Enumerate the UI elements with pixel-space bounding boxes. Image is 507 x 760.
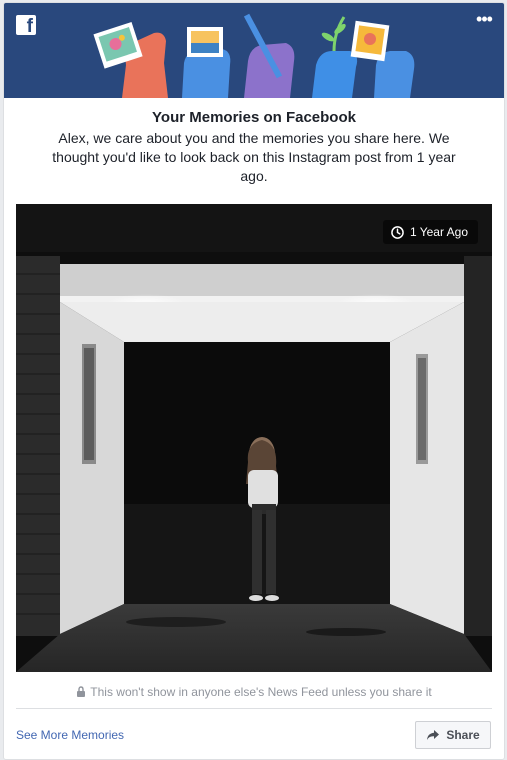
see-more-memories-link[interactable]: See More Memories: [16, 728, 124, 742]
lock-icon: [77, 686, 86, 697]
more-options-icon[interactable]: •••: [472, 10, 496, 29]
share-button-label: Share: [446, 728, 480, 742]
share-button[interactable]: Share: [415, 721, 491, 749]
garage-photo-image: [16, 204, 492, 672]
facebook-logo-icon: f: [16, 15, 36, 35]
facebook-logo-letter: f: [26, 16, 33, 35]
share-arrow-icon: [427, 730, 440, 740]
memory-photo[interactable]: 1 Year Ago: [16, 204, 492, 672]
privacy-note: This won't show in anyone else's News Fe…: [4, 685, 504, 699]
memory-age-label: 1 Year Ago: [409, 225, 468, 239]
hands-illustration: [93, 13, 415, 98]
footer-divider: [16, 708, 492, 709]
memories-card: f ••• Your Memories on Facebook Alex, we…: [3, 2, 505, 760]
memory-message: Alex, we care about you and the memories…: [52, 130, 456, 184]
page-title: Your Memories on Facebook: [152, 109, 356, 126]
memory-age-badge: 1 Year Ago: [382, 220, 478, 244]
memories-banner: f •••: [4, 3, 504, 98]
privacy-note-text: This won't show in anyone else's News Fe…: [90, 685, 432, 699]
clock-icon: [391, 225, 404, 239]
